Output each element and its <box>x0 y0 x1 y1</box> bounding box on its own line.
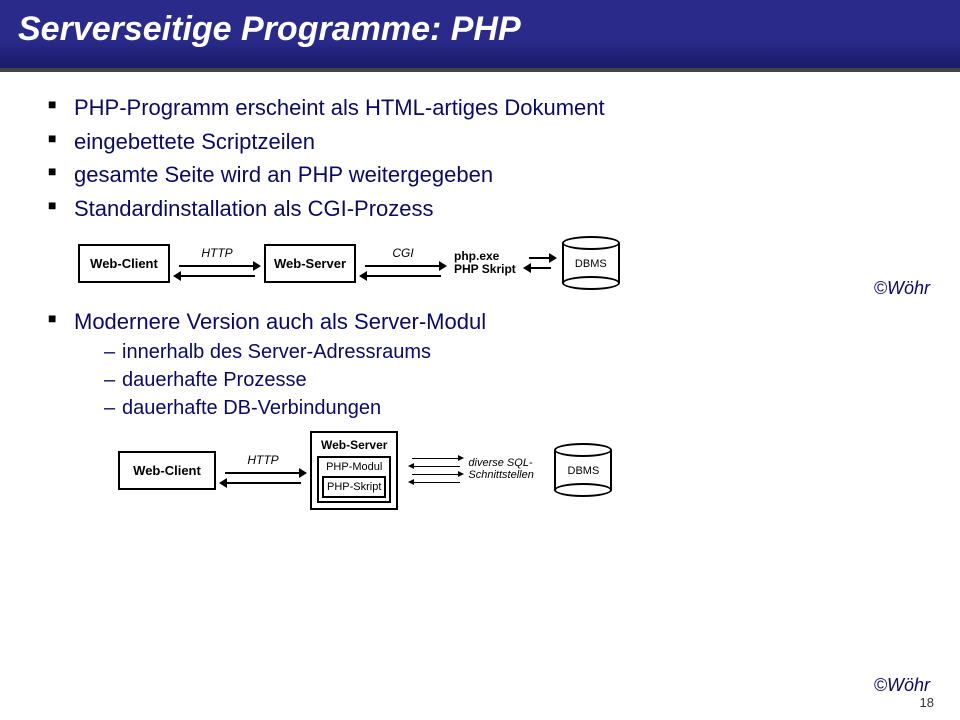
arrow-left-icon <box>359 271 447 281</box>
php-skript-text-2: PHP-Skript <box>327 481 381 493</box>
dbms-label-2: DBMS <box>554 465 612 477</box>
dbms-label: DBMS <box>562 258 620 270</box>
arrow-left-icon <box>219 478 307 488</box>
arrow-right-icon <box>523 253 557 263</box>
content-area: PHP-Programm erscheint als HTML-artiges … <box>0 72 960 510</box>
arrow-left-icon <box>408 463 464 470</box>
arrows-db <box>520 253 560 273</box>
arrow-right-icon <box>173 261 261 271</box>
box-web-server-nested: Web-Server PHP-Modul PHP-Skript <box>310 431 398 510</box>
arrow-left-icon <box>523 263 557 273</box>
bullet-text: Modernere Version auch als Server-Modul <box>74 309 486 334</box>
cylinder-dbms-2: DBMS <box>554 443 612 497</box>
sub-bullet-item: innerhalb des Server-Adressraums <box>104 340 920 365</box>
credit-1: ©Wöhr <box>874 278 930 299</box>
bullet-item: PHP-Programm erscheint als HTML-artiges … <box>48 94 920 122</box>
arrow-right-icon <box>219 468 307 478</box>
title-bar: Serverseitige Programme: PHP <box>0 0 960 72</box>
arrows-http: HTTP <box>170 246 264 281</box>
bullet-list-mid: Modernere Version auch als Server-Modul … <box>48 308 920 421</box>
credit-2: ©Wöhr <box>874 675 930 696</box>
arrow-right-icon <box>359 261 447 271</box>
php-skript-text: PHP Skript <box>454 263 516 276</box>
sub-bullet-item: dauerhafte Prozesse <box>104 368 920 393</box>
box-php-skript: PHP-Skript <box>322 476 386 498</box>
diagram-cgi: Web-Client HTTP Web-Server CGI php.exe P… <box>78 236 920 290</box>
sub-bullet-list: innerhalb des Server-Adressraums dauerha… <box>74 340 920 421</box>
arrow-left-icon <box>173 271 261 281</box>
tiny-arrows <box>408 455 464 486</box>
label-sql: diverse SQL-Schnittstellen <box>468 458 548 481</box>
bullet-item: eingebettete Scriptzeilen <box>48 128 920 156</box>
sql-arrows-col <box>404 455 468 486</box>
php-modul-text: PHP-Modul <box>322 461 386 473</box>
box-php-modul: PHP-Modul PHP-Skript <box>317 456 391 503</box>
arrows-http-2: HTTP <box>216 453 310 488</box>
slide-title: Serverseitige Programme: PHP <box>18 10 942 49</box>
bullet-item: Modernere Version auch als Server-Modul … <box>48 308 920 421</box>
box-web-server: Web-Server <box>264 244 356 283</box>
sub-bullet-item: dauerhafte DB-Verbindungen <box>104 396 920 421</box>
label-cgi: CGI <box>392 246 413 260</box>
arrow-right-icon <box>408 471 464 478</box>
arrow-right-icon <box>408 455 464 462</box>
bullet-list-top: PHP-Programm erscheint als HTML-artiges … <box>48 94 920 222</box>
box-web-client: Web-Client <box>78 244 170 283</box>
label-php-exe: php.exe PHP Skript <box>450 250 520 276</box>
arrow-left-icon <box>408 479 464 486</box>
label-http: HTTP <box>201 246 232 260</box>
bullet-item: Standardinstallation als CGI-Prozess <box>48 195 920 223</box>
cylinder-dbms: DBMS <box>562 236 620 290</box>
page-number: 18 <box>920 695 934 710</box>
box-web-client-2: Web-Client <box>118 451 216 490</box>
diagram-module: Web-Client HTTP Web-Server PHP-Modul PHP… <box>118 431 920 510</box>
bullet-item: gesamte Seite wird an PHP weitergegeben <box>48 161 920 189</box>
web-server-label-2: Web-Server <box>317 438 391 452</box>
label-http-2: HTTP <box>247 453 278 467</box>
arrows-cgi: CGI <box>356 246 450 281</box>
